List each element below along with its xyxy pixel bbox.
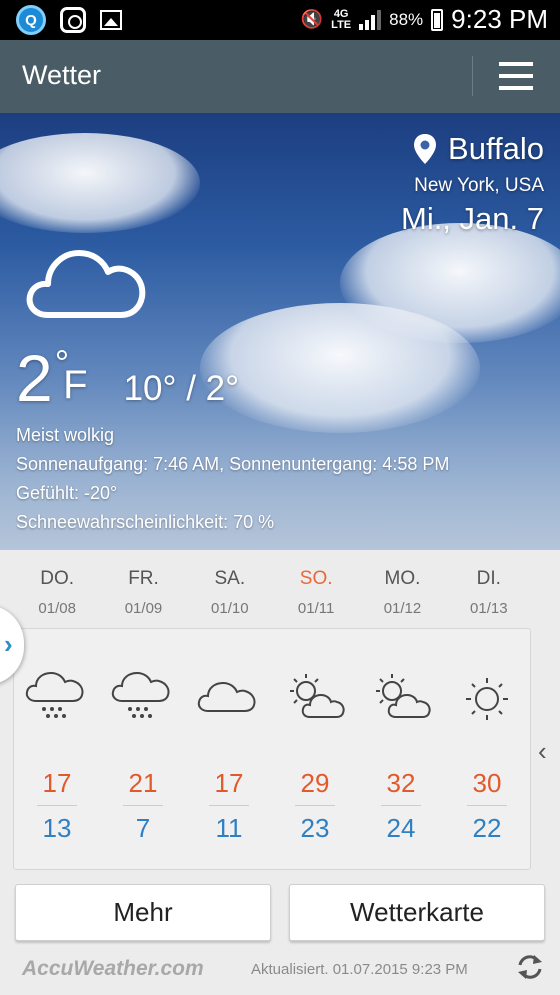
day-name: MO. (384, 568, 421, 589)
weather-map-button[interactable]: Wetterkarte (289, 884, 545, 941)
high-temp: 17 (214, 768, 244, 798)
forecast-panel[interactable]: 17 13 21 7 17 11 29 23 32 24 30 22 (13, 628, 531, 870)
partly-sunny-icon (290, 674, 345, 718)
forecast-column[interactable]: 29 23 (272, 629, 358, 869)
low-temp: 11 (215, 813, 243, 843)
location[interactable]: Buffalo (401, 131, 544, 167)
high-temp: 21 (128, 768, 158, 798)
region: New York, USA (414, 175, 544, 196)
forecast-day: SO. 01/11 (273, 568, 359, 617)
forecast-column[interactable]: 32 24 (358, 629, 444, 869)
sun-icon (466, 678, 508, 720)
low-temp: 22 (472, 813, 502, 843)
chevron-left-icon[interactable]: ‹ (538, 736, 547, 767)
network-indicator: 4G LTE (331, 7, 352, 31)
location-block: Buffalo New York, USA Mi., Jan. 7 (401, 131, 544, 237)
forecast-day: DI. 01/13 (446, 568, 532, 617)
action-bar: Wetter (0, 40, 560, 113)
menu-icon[interactable] (499, 62, 533, 90)
background-cloud (0, 133, 200, 233)
divider (467, 805, 507, 806)
low-temp: 13 (42, 813, 72, 843)
more-button[interactable]: Mehr (15, 884, 271, 941)
signal-icon (359, 9, 382, 30)
high-temp: 29 (300, 768, 330, 798)
status-bar: Q 🔇 4G LTE 88% 9:23 PM (0, 0, 560, 40)
day-name: FR. (128, 568, 159, 589)
instagram-icon (60, 7, 86, 33)
forecast-section: DO. 01/08 FR. 01/09 SA. 01/10 SO. 01/11 MO. 0… (0, 550, 560, 870)
day-date: 01/11 (297, 600, 335, 617)
high-temp: 32 (386, 768, 416, 798)
day-name: SA. (214, 568, 246, 589)
feels-like: Gefühlt: -20° (16, 483, 118, 503)
forecast-days: DO. 01/08 FR. 01/09 SA. 01/10 SO. 01/11 MO. 0… (14, 568, 532, 617)
refresh-icon[interactable] (516, 952, 544, 982)
high-temp: 17 (42, 768, 72, 798)
divider (123, 805, 163, 806)
background-cloud (200, 303, 480, 433)
divider (209, 805, 249, 806)
snow-cloud-icon (25, 671, 84, 718)
divider (37, 805, 77, 806)
day-name: SO. (299, 568, 333, 589)
day-date: 01/08 (38, 600, 76, 617)
forecast-day: DO. 01/08 (14, 568, 100, 617)
last-updated: Aktualisiert. 01.07.2015 9:23 PM (251, 961, 468, 978)
sun-times: Sonnenaufgang: 7:46 AM, Sonnenuntergang:… (16, 454, 450, 474)
accuweather-logo[interactable]: AccuWeather.com (22, 957, 204, 981)
forecast-day: FR. 01/09 (100, 568, 186, 617)
day-date: 01/09 (124, 600, 163, 617)
high-temp: 30 (472, 768, 502, 798)
forecast-column[interactable]: 21 7 (100, 629, 186, 869)
battery-icon (431, 8, 444, 31)
day-date: 01/12 (383, 600, 422, 617)
forecast-column[interactable]: 17 11 (186, 629, 272, 869)
temperature-block: 2 ° F 10° / 2° (16, 341, 240, 415)
location-pin-icon (414, 134, 437, 164)
gallery-icon (100, 10, 122, 30)
app-title: Wetter (22, 60, 102, 90)
current-temp: 2 (16, 341, 53, 415)
day-date: 01/13 (470, 600, 508, 617)
condition-text: Meist wolkig (16, 425, 115, 445)
divider (295, 805, 335, 806)
snow-cloud-icon (111, 671, 170, 718)
temp-unit[interactable]: F (63, 365, 87, 405)
city-name: Buffalo (448, 131, 544, 166)
clock: 9:23 PM (451, 4, 548, 34)
temp-range: 10° / 2° (123, 369, 240, 408)
forecast-column[interactable]: 30 22 (444, 629, 530, 869)
day-name: DO. (40, 568, 75, 589)
battery-percent: 88% (389, 9, 424, 29)
low-temp: 23 (300, 813, 330, 843)
divider (472, 56, 473, 96)
snow-probability: Schneewahrscheinlichkeit: 70 % (16, 512, 275, 532)
mute-icon: 🔇 (300, 9, 324, 29)
current-weather-panel: Buffalo New York, USA Mi., Jan. 7 2 ° F … (0, 113, 560, 550)
forecast-day: SA. 01/10 (187, 568, 273, 617)
divider (381, 805, 421, 806)
cloud-icon (197, 681, 256, 712)
low-temp: 24 (386, 813, 416, 843)
partly-sunny-icon (376, 674, 431, 718)
footer: AccuWeather.com Aktualisiert. 01.07.2015… (0, 952, 560, 992)
day-name: DI. (476, 568, 501, 589)
forecast-column[interactable]: 17 13 (14, 629, 100, 869)
forecast-day: MO. 01/12 (359, 568, 445, 617)
day-date: 01/10 (211, 600, 249, 617)
current-date: Mi., Jan. 7 (401, 201, 544, 236)
chevron-right-icon: › (4, 629, 13, 659)
low-temp: 7 (135, 813, 151, 843)
app-notification-icon: Q (16, 5, 46, 35)
cloud-icon (26, 250, 146, 318)
weather-details: Meist wolkig Sonnenaufgang: 7:46 AM, Son… (16, 421, 449, 537)
